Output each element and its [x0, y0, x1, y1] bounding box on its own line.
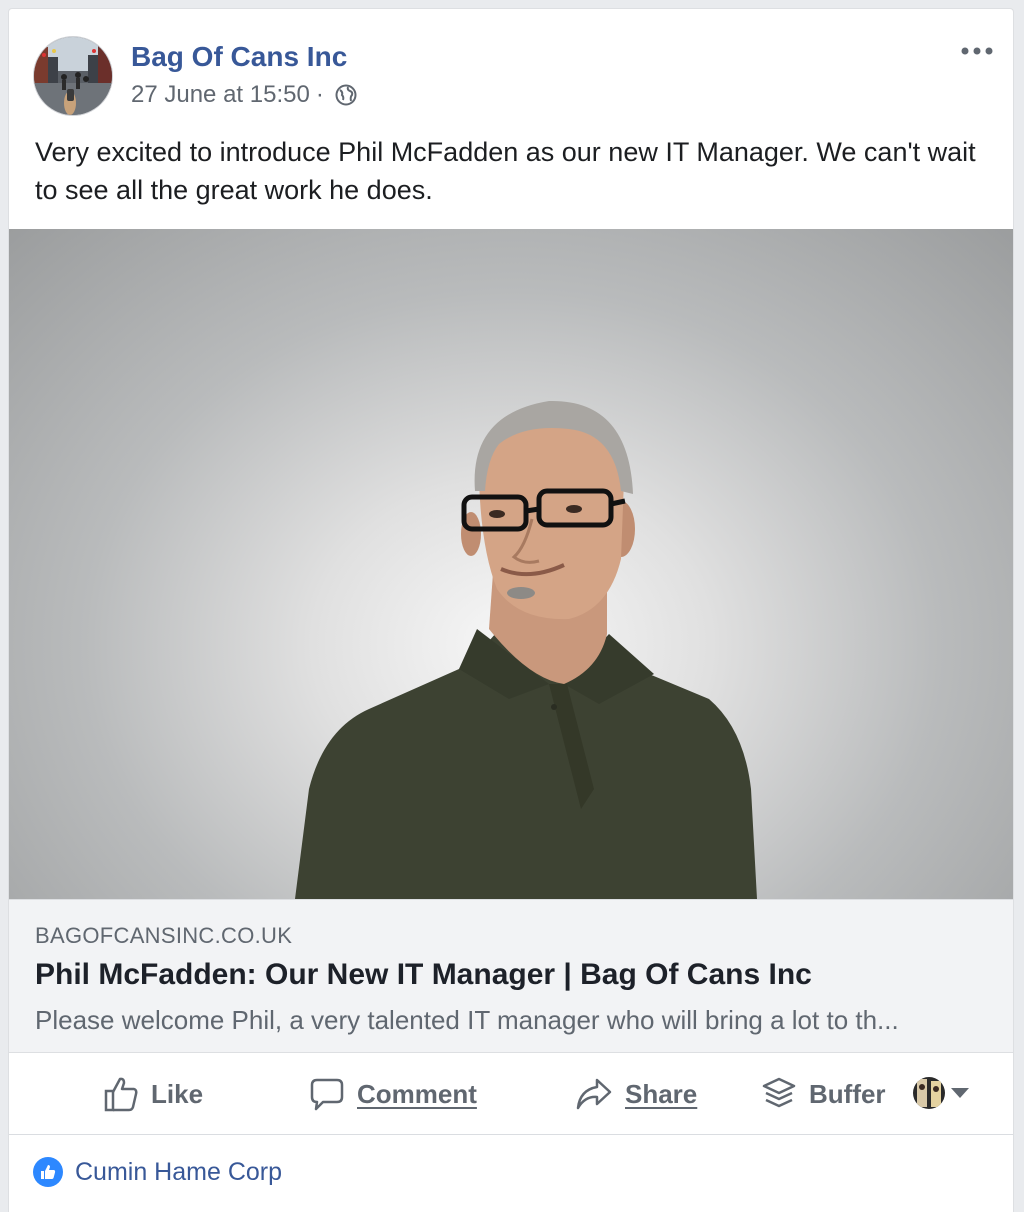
speech-bubble-icon — [310, 1078, 344, 1111]
like-button[interactable]: Like — [103, 1053, 203, 1135]
identity-avatar — [913, 1077, 945, 1109]
like-badge-icon — [33, 1157, 63, 1187]
page-name-link[interactable]: Bag Of Cans Inc — [131, 39, 347, 75]
identity-selector[interactable] — [913, 1077, 969, 1109]
post-card: Bag Of Cans Inc 27 June at 15:50 · Very … — [8, 8, 1014, 1212]
post-meta: 27 June at 15:50 · — [131, 79, 358, 111]
meta-separator: · — [315, 81, 324, 108]
page-avatar[interactable] — [33, 36, 113, 116]
like-label: Like — [151, 1078, 204, 1109]
post-text: Very excited to introduce Phil McFadden … — [35, 137, 976, 205]
link-preview[interactable]: BAGOFCANSINC.CO.UK Phil McFadden: Our Ne… — [9, 899, 1013, 1053]
action-bar: Like Comment Share Buffer — [9, 1053, 1013, 1135]
liker-name[interactable]: Cumin Hame Corp — [75, 1158, 282, 1187]
link-description: Please welcome Phil, a very talented IT … — [35, 1005, 899, 1035]
link-domain: BAGOFCANSINC.CO.UK — [35, 923, 293, 948]
buffer-label: Buffer — [809, 1078, 886, 1109]
post-header: Bag Of Cans Inc 27 June at 15:50 · — [9, 9, 1013, 119]
post-timestamp[interactable]: 27 June at 15:50 — [131, 79, 310, 111]
thumbs-up-icon — [104, 1077, 138, 1112]
buffer-button[interactable]: Buffer — [761, 1053, 886, 1135]
comment-label: Comment — [357, 1078, 477, 1109]
more-options-icon[interactable] — [959, 39, 995, 63]
share-label: Share — [625, 1078, 698, 1109]
share-arrow-icon — [576, 1078, 612, 1110]
globe-icon[interactable] — [334, 83, 358, 107]
link-title[interactable]: Phil McFadden: Our New IT Manager | Bag … — [35, 956, 812, 994]
post-photo[interactable] — [9, 229, 1013, 899]
reactions-row: Cumin Hame Corp — [9, 1135, 1013, 1212]
share-button[interactable]: Share — [575, 1053, 697, 1135]
chevron-down-icon — [951, 1088, 969, 1098]
reaction-summary[interactable]: Cumin Hame Corp — [33, 1157, 282, 1187]
buffer-stack-icon — [762, 1077, 796, 1108]
comment-button[interactable]: Comment — [309, 1053, 477, 1135]
